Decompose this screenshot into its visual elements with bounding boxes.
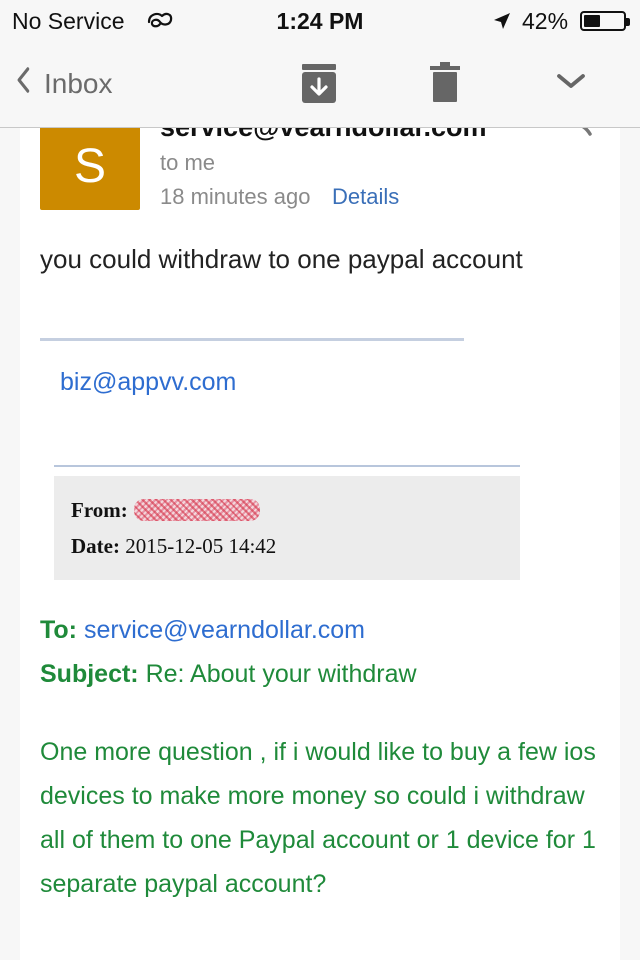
divider <box>54 465 520 467</box>
quoted-header: From: Date: 2015-12-05 14:42 <box>54 476 520 580</box>
recipient-label: to me <box>160 150 216 175</box>
subject-value: Re: About your withdraw <box>145 660 417 688</box>
trash-icon[interactable] <box>430 62 460 107</box>
back-to-inbox-button[interactable]: Inbox <box>14 67 113 101</box>
chevron-left-icon <box>16 66 30 102</box>
divider <box>40 338 464 341</box>
details-link[interactable]: Details <box>332 184 399 210</box>
message-body: you could withdraw to one paypal account <box>40 244 523 274</box>
from-label: From: <box>71 498 128 522</box>
signature-email-link[interactable]: biz@appvv.com <box>60 368 236 397</box>
quoted-question: One more question , if i would like to b… <box>40 738 596 898</box>
quoted-to-line: To: service@vearndollar.com <box>40 616 365 645</box>
date-value: 2015-12-05 14:42 <box>125 534 277 558</box>
date-label: Date: <box>71 534 120 558</box>
status-bar: No Service 1:24 PM 42% <box>0 0 640 40</box>
subject-label: Subject: <box>40 660 139 688</box>
to-label: To: <box>40 616 78 644</box>
timestamp: 18 minutes ago <box>160 184 311 209</box>
quoted-subject-line: Subject: Re: About your withdraw <box>40 660 417 689</box>
battery-percent: 42% <box>522 8 569 34</box>
location-arrow-icon <box>492 10 512 37</box>
chevron-down-icon[interactable] <box>556 70 586 97</box>
to-value-link[interactable]: service@vearndollar.com <box>84 616 365 644</box>
redacted-sender <box>133 499 260 521</box>
avatar: S <box>40 128 140 210</box>
quoted-date: Date: 2015-12-05 14:42 <box>71 534 276 559</box>
reply-icon[interactable] <box>558 128 592 145</box>
nav-bar: Inbox <box>0 40 640 128</box>
back-label: Inbox <box>44 68 113 99</box>
sender-address[interactable]: service@vearndollar.com <box>160 128 487 143</box>
archive-icon[interactable] <box>301 62 337 109</box>
quoted-from: From: <box>71 498 260 523</box>
battery-icon <box>580 11 630 31</box>
message-view: service@vearndollar.com S to me 18 minut… <box>20 128 620 960</box>
